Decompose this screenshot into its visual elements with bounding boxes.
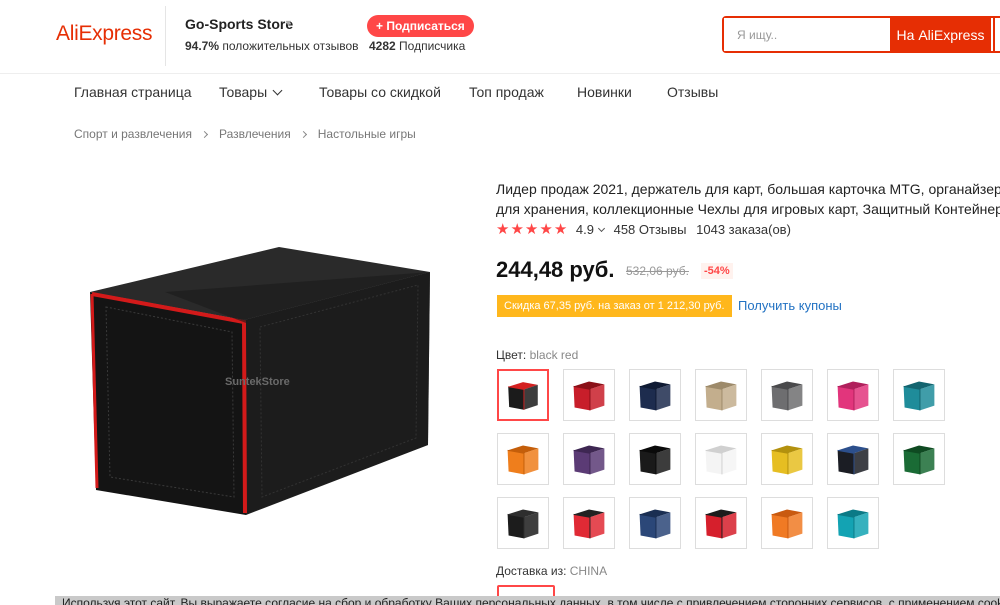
color-label-title: Цвет:	[496, 348, 527, 362]
watermark-text: SuntekStore	[225, 376, 290, 388]
color-swatch-orange-alt[interactable]	[761, 497, 813, 549]
swatch-box-icon	[837, 509, 869, 539]
chevron-down-icon	[272, 85, 283, 96]
orders-count: 1043 заказа(ов)	[696, 222, 791, 237]
swatch-box-icon	[507, 445, 539, 475]
card-box-image: SuntekStore	[90, 247, 430, 515]
followers-count: 4282	[369, 39, 396, 53]
swatch-box-icon	[639, 381, 671, 411]
nav-top-selling[interactable]: Топ продаж	[469, 84, 544, 100]
header-divider	[165, 6, 166, 66]
color-swatch-black-alt[interactable]	[497, 497, 549, 549]
product-title: Лидер продаж 2021, держатель для карт, б…	[496, 181, 1000, 217]
breadcrumb-item[interactable]: Настольные игры	[318, 127, 416, 141]
discount-badge: -54%	[701, 263, 733, 279]
nav-products-label: Товары	[219, 84, 268, 100]
box-left-face	[90, 292, 246, 515]
color-swatch-tan[interactable]	[695, 369, 747, 421]
store-header: AliExpress Go-Sports Store ▼ 94.7% полож…	[0, 0, 1000, 74]
swatch-box-icon	[903, 445, 935, 475]
swatch-box-icon	[573, 509, 605, 539]
nav-reviews[interactable]: Отзывы	[667, 84, 718, 100]
color-swatch-purple[interactable]	[563, 433, 615, 485]
swatch-box-icon	[771, 381, 803, 411]
color-swatch-black-red[interactable]	[497, 369, 549, 421]
swatch-box-icon	[705, 445, 737, 475]
chevron-right-icon	[200, 130, 209, 139]
rating-row: ★★★★★ 4.9 458 Отзывы 1043 заказа(ов)	[496, 221, 791, 241]
reviews-count[interactable]: 458 Отзывы	[614, 222, 687, 237]
nav-products[interactable]: Товары	[219, 84, 283, 100]
swatch-box-icon	[771, 445, 803, 475]
swatch-box-icon	[639, 445, 671, 475]
color-swatch-green[interactable]	[893, 433, 945, 485]
color-swatch-black[interactable]	[629, 433, 681, 485]
swatch-box-icon	[705, 509, 737, 539]
color-label: Цвет: black red	[496, 348, 578, 362]
search-box: На AliExpress В	[722, 16, 1000, 53]
swatch-box-icon	[573, 381, 605, 411]
color-swatch-black-blue[interactable]	[827, 433, 879, 485]
product-main-image[interactable]: SuntekStore	[70, 195, 470, 565]
store-rating: 94.7% положительных отзывов	[185, 39, 359, 53]
followers-text: Подписчика	[399, 39, 466, 53]
color-swatch-red-black[interactable]	[563, 497, 615, 549]
color-swatch-cyan[interactable]	[827, 497, 879, 549]
color-swatch-red[interactable]	[563, 369, 615, 421]
color-swatch-navy[interactable]	[629, 369, 681, 421]
star-icon: ★	[510, 221, 524, 238]
star-icon: ★	[496, 221, 510, 238]
ship-from-value: CHINA	[569, 564, 608, 578]
color-swatch-yellow[interactable]	[761, 433, 813, 485]
color-swatch-grey[interactable]	[761, 369, 813, 421]
store-rating-pct: 94.7%	[185, 39, 220, 53]
color-swatch-red-open[interactable]	[695, 497, 747, 549]
star-icon: ★	[539, 221, 553, 238]
store-rating-text: положительных отзывов	[222, 39, 359, 53]
color-swatch-pink[interactable]	[827, 369, 879, 421]
swatch-box-icon	[639, 509, 671, 539]
caret-down-icon[interactable]: ▼	[284, 18, 293, 28]
star-icon: ★	[553, 221, 568, 238]
ship-label-title: Доставка из:	[496, 564, 567, 578]
star-icon: ★	[524, 221, 539, 238]
followers-info: 4282 Подписчика	[369, 39, 465, 53]
swatch-box-icon	[903, 381, 935, 411]
breadcrumb: Спорт и развлечения Развлечения Настольные…	[74, 127, 416, 141]
color-swatch-blue[interactable]	[629, 497, 681, 549]
swatch-box-icon	[837, 381, 869, 411]
search-input[interactable]	[724, 18, 890, 51]
breadcrumb-item[interactable]: Спорт и развлечения	[74, 127, 192, 141]
swatch-box-icon	[507, 509, 539, 539]
swatch-box-icon	[771, 509, 803, 539]
old-price: 532,06 руб.	[626, 264, 689, 278]
color-swatch-orange[interactable]	[497, 433, 549, 485]
store-name[interactable]: Go-Sports Store	[185, 16, 293, 32]
current-price: 244,48 руб.	[496, 257, 615, 282]
cookie-consent-bar: Используя этот сайт, Вы выражаете соглас…	[55, 596, 1000, 605]
nav-home[interactable]: Главная страница	[74, 84, 192, 100]
breadcrumb-item[interactable]: Развлечения	[219, 127, 291, 141]
rating-value[interactable]: 4.9	[576, 222, 594, 237]
get-coupons-link[interactable]: Получить купоны	[738, 298, 842, 313]
follow-button[interactable]: + Подписаться	[367, 15, 474, 37]
chevron-down-icon[interactable]	[597, 224, 606, 233]
nav-sale[interactable]: Товары со скидкой	[319, 84, 441, 100]
ship-from-label: Доставка из: CHINA	[496, 564, 607, 578]
swatch-box-icon	[837, 445, 869, 475]
search-aliexpress-button[interactable]: На AliExpress	[890, 16, 991, 53]
color-swatch-white[interactable]	[695, 433, 747, 485]
color-swatch-teal[interactable]	[893, 369, 945, 421]
coupon-badge: Скидка 67,35 руб. на заказ от 1 212,30 р…	[497, 295, 732, 317]
aliexpress-logo[interactable]: AliExpress	[56, 22, 153, 46]
swatch-box-icon	[508, 382, 538, 410]
chevron-right-icon	[299, 130, 307, 139]
swatch-box-icon	[705, 381, 737, 411]
nav-new[interactable]: Новинки	[577, 84, 632, 100]
color-value: black red	[529, 348, 579, 362]
search-store-button[interactable]: В	[993, 16, 1000, 53]
swatch-box-icon	[573, 445, 605, 475]
